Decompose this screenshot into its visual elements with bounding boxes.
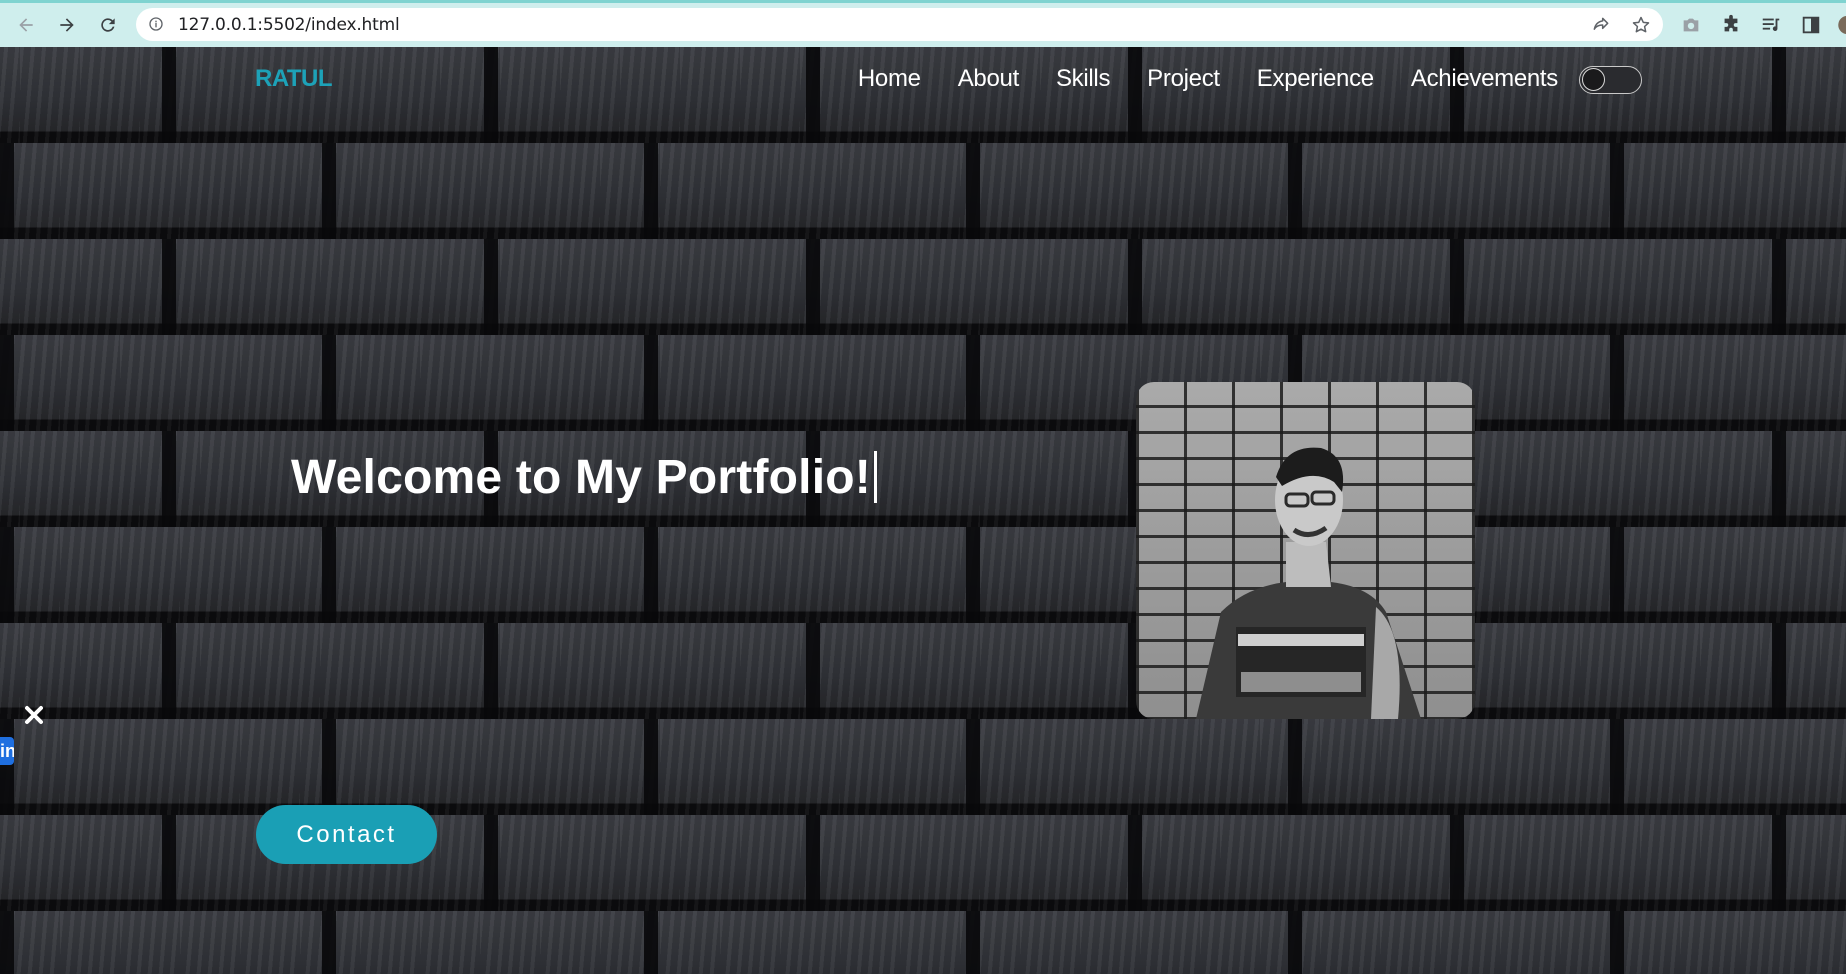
brick-wall (0, 527, 1846, 623)
camera-icon[interactable] (1680, 14, 1702, 36)
browser-toolbar: 127.0.0.1:5502/index.html (0, 0, 1846, 47)
site-nav: Home About Skills Project Experience Ach… (858, 65, 1558, 93)
toggle-knob (1582, 68, 1605, 91)
nav-achievements[interactable]: Achievements (1411, 65, 1558, 93)
arrow-left-icon (19, 18, 33, 32)
contact-button[interactable]: Contact (256, 805, 437, 864)
close-icon[interactable] (22, 703, 46, 727)
star-icon[interactable] (1631, 15, 1651, 35)
reload-button[interactable] (94, 11, 122, 39)
person-illustration (1136, 382, 1475, 719)
brick-wall (0, 335, 1846, 431)
profile-icon[interactable] (1834, 14, 1846, 36)
brick-wall (0, 623, 1846, 719)
nav-experience[interactable]: Experience (1257, 65, 1374, 93)
portfolio-page: RATUL Home About Skills Project Experien… (0, 47, 1846, 974)
linkedin-tab-label: in (0, 741, 14, 761)
brick-wall (0, 47, 1846, 143)
typing-caret (873, 451, 877, 503)
back-button[interactable] (12, 11, 40, 39)
media-controls-icon[interactable] (1760, 14, 1782, 36)
linkedin-tab[interactable]: in (0, 737, 14, 765)
theme-toggle[interactable] (1579, 66, 1642, 94)
nav-project[interactable]: Project (1147, 65, 1220, 93)
address-bar[interactable]: 127.0.0.1:5502/index.html (136, 8, 1663, 41)
brick-wall (0, 719, 1846, 815)
brick-wall (0, 239, 1846, 335)
brick-wall (0, 431, 1846, 527)
url-text[interactable]: 127.0.0.1:5502/index.html (178, 15, 400, 35)
side-panel-icon[interactable] (1800, 14, 1822, 36)
nav-about[interactable]: About (958, 65, 1020, 93)
reload-icon (101, 18, 115, 32)
hero-title: Welcome to My Portfolio! (291, 450, 877, 505)
nav-home[interactable]: Home (858, 65, 921, 93)
forward-button[interactable] (53, 11, 81, 39)
share-icon[interactable] (1591, 15, 1611, 35)
arrow-right-icon (60, 18, 74, 32)
brick-wall (0, 911, 1846, 974)
info-icon[interactable] (148, 16, 164, 32)
hero-title-text: Welcome to My Portfolio! (291, 451, 871, 504)
extensions-icon[interactable] (1720, 14, 1742, 36)
profile-photo (1136, 382, 1475, 719)
brick-wall (0, 143, 1846, 239)
nav-skills[interactable]: Skills (1056, 65, 1111, 93)
site-logo[interactable]: RATUL (255, 65, 333, 93)
